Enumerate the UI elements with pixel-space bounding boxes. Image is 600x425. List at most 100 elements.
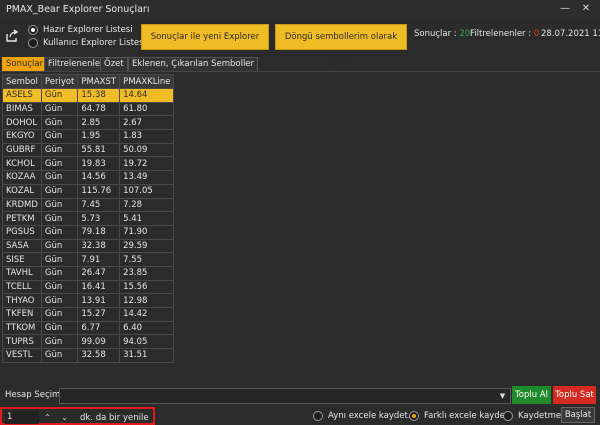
cell-pmaxkline[interactable]: 71.90 <box>119 224 175 240</box>
tab-added-removed-symbols[interactable]: Eklenen, Çıkarılan Semboller <box>128 57 259 71</box>
cell-period[interactable]: Gün <box>40 265 79 281</box>
table-row[interactable]: ASELS Gün 15.38 14.64 <box>2 88 175 103</box>
buy-all-button[interactable]: Toplu Al <box>512 386 551 404</box>
radio-button[interactable] <box>313 411 323 421</box>
table-row[interactable]: DOHOL Gün 2.85 2.67 <box>2 115 175 131</box>
table-row[interactable]: SISE Gün 7.91 7.55 <box>2 252 175 267</box>
cell-period[interactable]: Gün <box>40 115 79 131</box>
cell-pmaxst[interactable]: 32.38 <box>77 238 121 254</box>
tab-summary[interactable]: Özet <box>100 57 128 71</box>
cell-pmaxkline[interactable]: 15.56 <box>119 279 175 295</box>
table-row[interactable]: SASA Gün 32.38 29.59 <box>2 238 175 254</box>
cell-period[interactable]: Gün <box>40 320 79 336</box>
radio-button[interactable] <box>28 37 38 48</box>
save-different-excel-option[interactable]: Farklı excele kaydet. <box>409 411 511 421</box>
cell-pmaxst[interactable]: 79.18 <box>77 224 121 240</box>
export-icon[interactable] <box>5 29 19 43</box>
cell-symbol[interactable]: KOZAL <box>2 183 42 199</box>
cell-pmaxst[interactable]: 16.41 <box>77 279 121 295</box>
table-row[interactable]: KRDMD Gün 7.45 7.28 <box>2 197 175 213</box>
cell-period[interactable]: Gün <box>40 307 79 322</box>
cell-pmaxkline[interactable]: 19.72 <box>119 156 175 172</box>
table-row[interactable]: THYAO Gün 13.91 12.98 <box>2 293 175 308</box>
cell-period[interactable]: Gün <box>40 156 79 172</box>
table-row[interactable]: PGSUS Gün 79.18 71.90 <box>2 224 175 240</box>
table-row[interactable]: KOZAL Gün 115.76 107.05 <box>2 183 175 199</box>
cell-pmaxst[interactable]: 7.45 <box>77 197 121 213</box>
radio-ready-explorer-list[interactable]: Hazır Explorer Listesi <box>28 23 146 36</box>
do-not-save-option[interactable]: Kaydetme <box>503 411 561 421</box>
radio-button[interactable] <box>28 24 38 35</box>
table-row[interactable]: KOZAA Gün 14.56 13.49 <box>2 170 175 185</box>
set-loop-symbols-button[interactable]: Döngü sembollerim olarak ayarla <box>275 24 407 66</box>
cell-pmaxkline[interactable]: 7.28 <box>119 197 175 213</box>
cell-symbol[interactable]: TCELL <box>2 279 42 295</box>
cell-pmaxkline[interactable]: 5.41 <box>119 211 175 226</box>
tab-filtered[interactable]: Filtrelenenler <box>44 57 108 71</box>
cell-symbol[interactable]: KRDMD <box>2 197 42 213</box>
table-row[interactable]: EKGYO Gün 1.95 1.83 <box>2 129 175 144</box>
table-row[interactable]: TAVHL Gün 26.47 23.85 <box>2 265 175 281</box>
cell-symbol[interactable]: KCHOL <box>2 156 42 172</box>
cell-pmaxkline[interactable]: 94.05 <box>119 334 175 350</box>
radio-button[interactable] <box>409 411 419 421</box>
cell-period[interactable]: Gün <box>40 293 79 308</box>
cell-symbol[interactable]: PGSUS <box>2 224 42 240</box>
cell-pmaxkline[interactable]: 29.59 <box>119 238 175 254</box>
cell-pmaxkline[interactable]: 12.98 <box>119 293 175 308</box>
cell-pmaxst[interactable]: 26.47 <box>77 265 121 281</box>
cell-pmaxst[interactable]: 15.38 <box>77 88 121 103</box>
cell-symbol[interactable]: ASELS <box>2 88 42 103</box>
cell-symbol[interactable]: TTKOM <box>2 320 42 336</box>
cell-pmaxst[interactable]: 1.95 <box>77 129 121 144</box>
cell-pmaxst[interactable]: 14.56 <box>77 170 121 185</box>
cell-period[interactable]: Gün <box>40 142 79 158</box>
table-row[interactable]: GUBRF Gün 55.81 50.09 <box>2 142 175 158</box>
cell-symbol[interactable]: BIMAS <box>2 101 42 117</box>
cell-pmaxst[interactable]: 32.58 <box>77 348 121 363</box>
cell-pmaxkline[interactable]: 1.83 <box>119 129 175 144</box>
table-row[interactable]: TKFEN Gün 15.27 14.42 <box>2 307 175 322</box>
spin-up-icon[interactable]: ⌃ <box>41 411 54 424</box>
cell-pmaxst[interactable]: 2.85 <box>77 115 121 131</box>
cell-pmaxkline[interactable]: 14.42 <box>119 307 175 322</box>
cell-symbol[interactable]: SISE <box>2 252 42 267</box>
table-row[interactable]: BIMAS Gün 64.78 61.80 <box>2 101 175 117</box>
cell-pmaxst[interactable]: 19.83 <box>77 156 121 172</box>
cell-symbol[interactable]: GUBRF <box>2 142 42 158</box>
cell-symbol[interactable]: EKGYO <box>2 129 42 144</box>
cell-symbol[interactable]: DOHOL <box>2 115 42 131</box>
cell-pmaxkline[interactable]: 23.85 <box>119 265 175 281</box>
cell-pmaxkline[interactable]: 50.09 <box>119 142 175 158</box>
cell-period[interactable]: Gün <box>40 334 79 350</box>
cell-period[interactable]: Gün <box>40 279 79 295</box>
column-header-period[interactable]: Periyot <box>40 74 79 89</box>
radio-button[interactable] <box>503 411 513 421</box>
cell-pmaxkline[interactable]: 7.55 <box>119 252 175 267</box>
table-row[interactable]: TUPRS Gün 99.09 94.05 <box>2 334 175 350</box>
cell-period[interactable]: Gün <box>40 238 79 254</box>
cell-symbol[interactable]: PETKM <box>2 211 42 226</box>
sell-all-button[interactable]: Toplu Sat <box>553 386 596 404</box>
column-header-pmaxkline[interactable]: PMAXKLine <box>119 74 175 89</box>
cell-period[interactable]: Gün <box>40 252 79 267</box>
cell-pmaxst[interactable]: 6.77 <box>77 320 121 336</box>
cell-period[interactable]: Gün <box>40 101 79 117</box>
start-button[interactable]: Başlat <box>561 407 595 423</box>
column-header-symbol[interactable]: Sembol <box>2 74 42 89</box>
cell-pmaxst[interactable]: 5.73 <box>77 211 121 226</box>
cell-pmaxst[interactable]: 15.27 <box>77 307 121 322</box>
cell-pmaxkline[interactable]: 6.40 <box>119 320 175 336</box>
table-row[interactable]: KCHOL Gün 19.83 19.72 <box>2 156 175 172</box>
table-row[interactable]: TCELL Gün 16.41 15.56 <box>2 279 175 295</box>
cell-pmaxkline[interactable]: 2.67 <box>119 115 175 131</box>
cell-pmaxst[interactable]: 7.91 <box>77 252 121 267</box>
cell-pmaxkline[interactable]: 14.64 <box>119 88 175 103</box>
minimize-icon[interactable]: — <box>558 2 572 16</box>
close-icon[interactable]: ✕ <box>579 2 593 16</box>
cell-pmaxst[interactable]: 99.09 <box>77 334 121 350</box>
chevron-down-icon[interactable]: ▼ <box>497 390 508 402</box>
table-row[interactable]: TTKOM Gün 6.77 6.40 <box>2 320 175 336</box>
table-row[interactable]: PETKM Gün 5.73 5.41 <box>2 211 175 226</box>
cell-period[interactable]: Gün <box>40 129 79 144</box>
